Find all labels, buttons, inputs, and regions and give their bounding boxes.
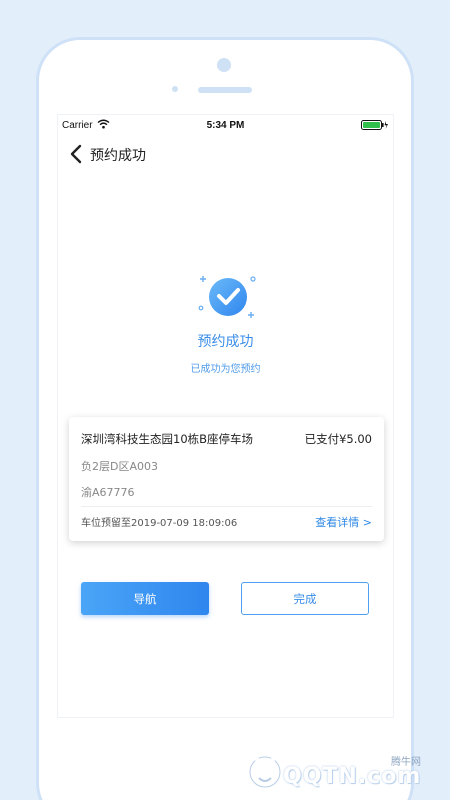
paid-amount: 已支付¥5.00: [304, 432, 372, 446]
sensor-dot: [172, 86, 178, 92]
card-divider: [81, 506, 372, 507]
watermark-cn: 腾牛网: [391, 757, 421, 768]
chevron-left-icon[interactable]: [68, 144, 84, 164]
done-button[interactable]: 完成: [241, 582, 369, 615]
navigate-button[interactable]: 导航: [81, 582, 209, 615]
battery-icon: [361, 120, 388, 130]
success-subtitle: 已成功为您预约: [190, 364, 261, 375]
success-title: 预约成功: [197, 334, 254, 350]
license-plate: 渝A67776: [81, 486, 135, 499]
watermark: QQTN.com 腾牛网: [243, 748, 443, 792]
page-title: 预约成功: [90, 148, 146, 164]
speaker-grill: [198, 87, 252, 93]
check-circle-icon: [198, 276, 256, 318]
bull-logo-icon: [248, 754, 282, 789]
status-time: 5:34 PM: [206, 120, 245, 131]
camera-dot: [217, 58, 231, 72]
reservation-card: 深圳湾科技生态园10栋B座停车场 已支付¥5.00 负2层D区A003 渝A67…: [69, 417, 384, 541]
parking-spot: 负2层D区A003: [81, 460, 158, 473]
view-details-link[interactable]: 查看详情 >: [315, 514, 372, 530]
nav-bar: 预约成功: [58, 137, 393, 171]
parking-lot-name: 深圳湾科技生态园10栋B座停车场: [81, 432, 254, 446]
reserved-until: 车位预留至2019-07-09 18:09:06: [81, 518, 238, 529]
app-screen: Carrier 5:34 PM 预约成功 预约成功 已成功为您预约 深圳湾科技生…: [57, 114, 394, 718]
status-bar: Carrier 5:34 PM: [58, 115, 393, 137]
